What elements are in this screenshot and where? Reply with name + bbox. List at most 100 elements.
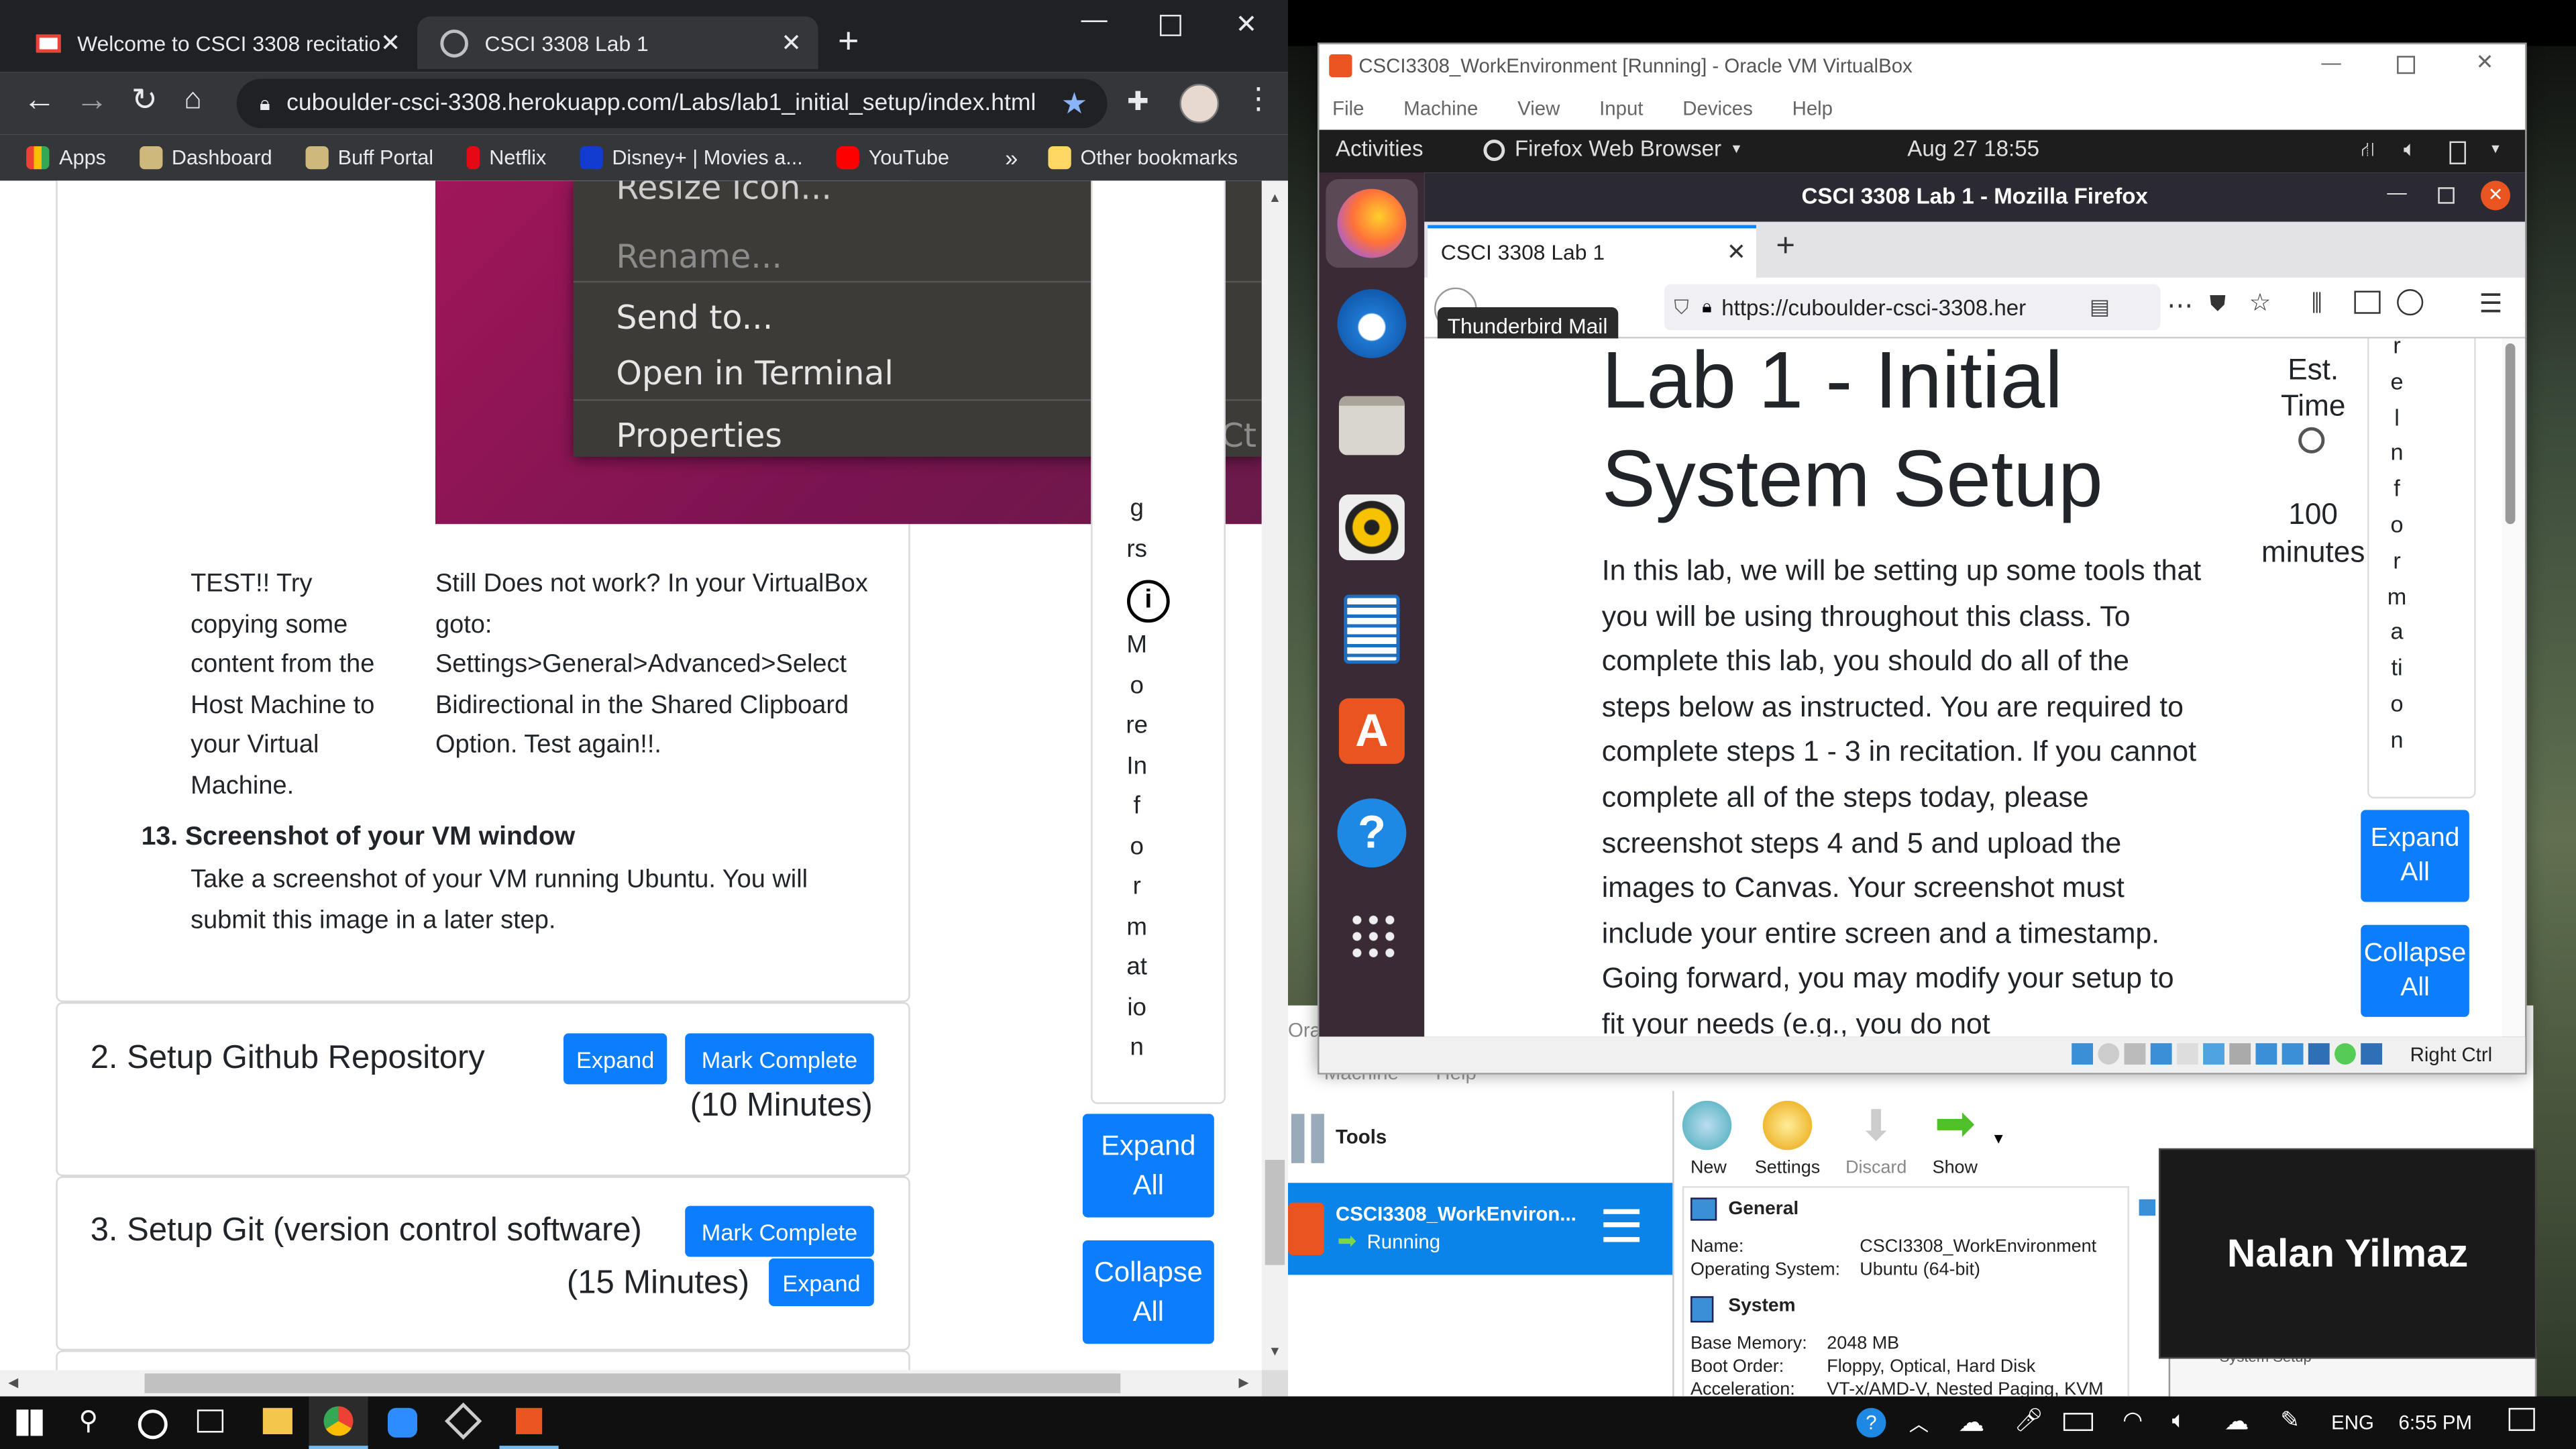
battery-icon[interactable] [2449,141,2466,164]
menu-machine[interactable]: Machine [1403,97,1478,119]
star-icon[interactable]: ★ [1061,87,1088,121]
firefox-scrollbar[interactable] [2505,343,2516,525]
show-apps-icon[interactable] [1348,912,1395,958]
show-button[interactable]: ➡ Show [1922,1100,1988,1178]
chevron-down-icon[interactable]: ▼ [2489,142,2502,156]
minimize-button[interactable]: — [1081,7,1107,36]
language-indicator[interactable]: ENG [2331,1411,2374,1434]
bookmark-netflix[interactable]: Netflix [466,146,546,170]
recording-icon[interactable] [2255,1043,2277,1065]
vertical-scrollbar[interactable]: ▲ ▼ [1261,180,1289,1371]
collapse-all-button[interactable]: Collapse All [1082,1240,1214,1344]
expand-button[interactable]: Expand [564,1033,667,1085]
collapse-all-button[interactable]: Collapse All [2361,924,2469,1017]
minimize-button[interactable]: — [2387,180,2406,203]
settings-button[interactable]: Settings [1755,1100,1821,1178]
chevron-up-icon[interactable]: ︿ [1909,1409,1929,1438]
task-view-icon[interactable] [197,1409,224,1433]
reader-icon[interactable]: ▤ [2090,294,2110,320]
windows-start-icon[interactable] [16,1409,43,1436]
chrome-taskbar-icon[interactable] [309,1396,368,1449]
bookmark-buff-portal[interactable]: Buff Portal [305,146,433,170]
horizontal-scrollbar[interactable]: ◀ ▶ [0,1370,1262,1397]
close-icon[interactable]: ✕ [1727,238,1746,266]
clock-time[interactable]: 6:55 PM [2399,1411,2472,1434]
avatar[interactable] [1179,83,1220,123]
forward-arrow-icon[interactable]: → [76,82,109,119]
activities-button[interactable]: Activities [1336,136,1423,161]
speaker-icon[interactable]: 🔈︎ [2172,1406,2186,1434]
list-menu-icon[interactable] [1603,1209,1640,1242]
restore-button[interactable] [2438,187,2455,204]
new-tab-button[interactable]: + [838,19,859,62]
display-icon[interactable] [2229,1043,2251,1065]
clock[interactable]: Aug 27 18:55 [1907,136,2039,161]
dock-help[interactable]: ? [1326,790,1417,879]
new-vm-button[interactable]: New [1682,1100,1735,1178]
vm-list-item[interactable]: CSCI3308_WorkEnviron... ➡ Running [1288,1183,1673,1275]
dock-files[interactable] [1326,383,1417,472]
close-icon[interactable]: ✕ [781,28,802,58]
bookmark-dashboard[interactable]: Dashboard [138,146,272,170]
scrollbar-thumb[interactable] [144,1373,1121,1393]
battery-tray-icon[interactable] [2063,1413,2094,1432]
dock-software[interactable]: A [1326,688,1417,777]
pocket-icon[interactable]: ⛊ [2210,290,2226,317]
dock-rhythmbox[interactable] [1326,484,1417,573]
firefox-tab[interactable]: CSCI 3308 Lab 1 ✕ [1428,225,1756,278]
scroll-right-icon[interactable]: ▶ [1239,1375,1249,1390]
scroll-down-icon[interactable]: ▼ [1262,1344,1288,1358]
account-icon[interactable] [2397,289,2424,316]
maximize-button[interactable] [1159,15,1181,36]
mark-complete-button[interactable]: Mark Complete [685,1205,874,1257]
mouse-capture-icon[interactable] [2361,1043,2383,1065]
back-arrow-icon[interactable]: ← [23,82,56,119]
scroll-up-icon[interactable]: ▲ [1262,191,1288,205]
dock-firefox[interactable] [1326,178,1418,268]
optical-icon[interactable] [2098,1043,2120,1065]
chevron-down-icon[interactable]: ▼ [1991,1130,2006,1146]
close-button[interactable]: ✕ [2476,49,2494,75]
menu-help[interactable]: Help [1792,97,1833,119]
hdd-icon[interactable] [2072,1043,2094,1065]
menu-devices[interactable]: Devices [1682,97,1753,119]
chevron-down-icon[interactable]: ▼ [1730,142,1743,156]
expand-button[interactable]: Expand [769,1258,874,1306]
mark-complete-button[interactable]: Mark Complete [685,1033,874,1085]
discard-button[interactable]: ⬇ Discard [1843,1101,1909,1178]
expand-all-button[interactable]: Expand All [2361,810,2469,902]
pen-icon[interactable]: ✎ [2280,1406,2300,1434]
hamburger-menu-icon[interactable]: ☰ [2479,288,2503,321]
bookmark-disney[interactable]: Disney+ | Movies a... [579,146,803,170]
bookmark-youtube[interactable]: YouTube [835,146,949,170]
virtualbox-cube-icon[interactable] [444,1402,482,1440]
expand-all-button[interactable]: Expand All [1082,1114,1214,1218]
search-icon[interactable]: ⚲ [79,1405,99,1438]
help-tray-icon[interactable]: ? [1856,1407,1886,1438]
cortana-icon[interactable] [138,1409,168,1440]
home-icon[interactable]: ⌂ [184,82,202,116]
bookmark-apps[interactable]: Apps [26,146,106,170]
zoom-taskbar-icon[interactable] [387,1407,418,1438]
menu-view[interactable]: View [1517,97,1560,119]
reload-icon[interactable]: ↻ [131,82,158,119]
scrollbar-thumb[interactable] [1265,1159,1285,1265]
network-icon[interactable]: ⛙ [2361,138,2375,164]
cpu-icon[interactable] [2308,1043,2330,1065]
close-button[interactable]: ✕ [1236,8,1258,41]
wifi-icon[interactable]: ◠ [2123,1406,2143,1434]
app-menu[interactable]: Firefox Web Browser [1515,136,1721,161]
close-button[interactable]: ✕ [2480,180,2511,211]
virtualization-icon[interactable] [2334,1043,2356,1065]
menu-input[interactable]: Input [1599,97,1643,119]
sidebar-icon[interactable] [2354,290,2381,314]
file-explorer-icon[interactable] [262,1407,292,1434]
tab-lab1[interactable]: CSCI 3308 Lab 1 ✕ [417,16,818,69]
extensions-icon[interactable]: ✚ [1127,85,1149,118]
menu-icon[interactable]: ⋮ [1244,82,1273,116]
library-icon[interactable]: ⫼ [2312,289,2322,317]
usb-icon[interactable] [2176,1043,2198,1065]
audio-icon[interactable] [2124,1043,2146,1065]
maximize-button[interactable] [2397,56,2416,74]
close-icon[interactable]: ✕ [380,28,401,58]
